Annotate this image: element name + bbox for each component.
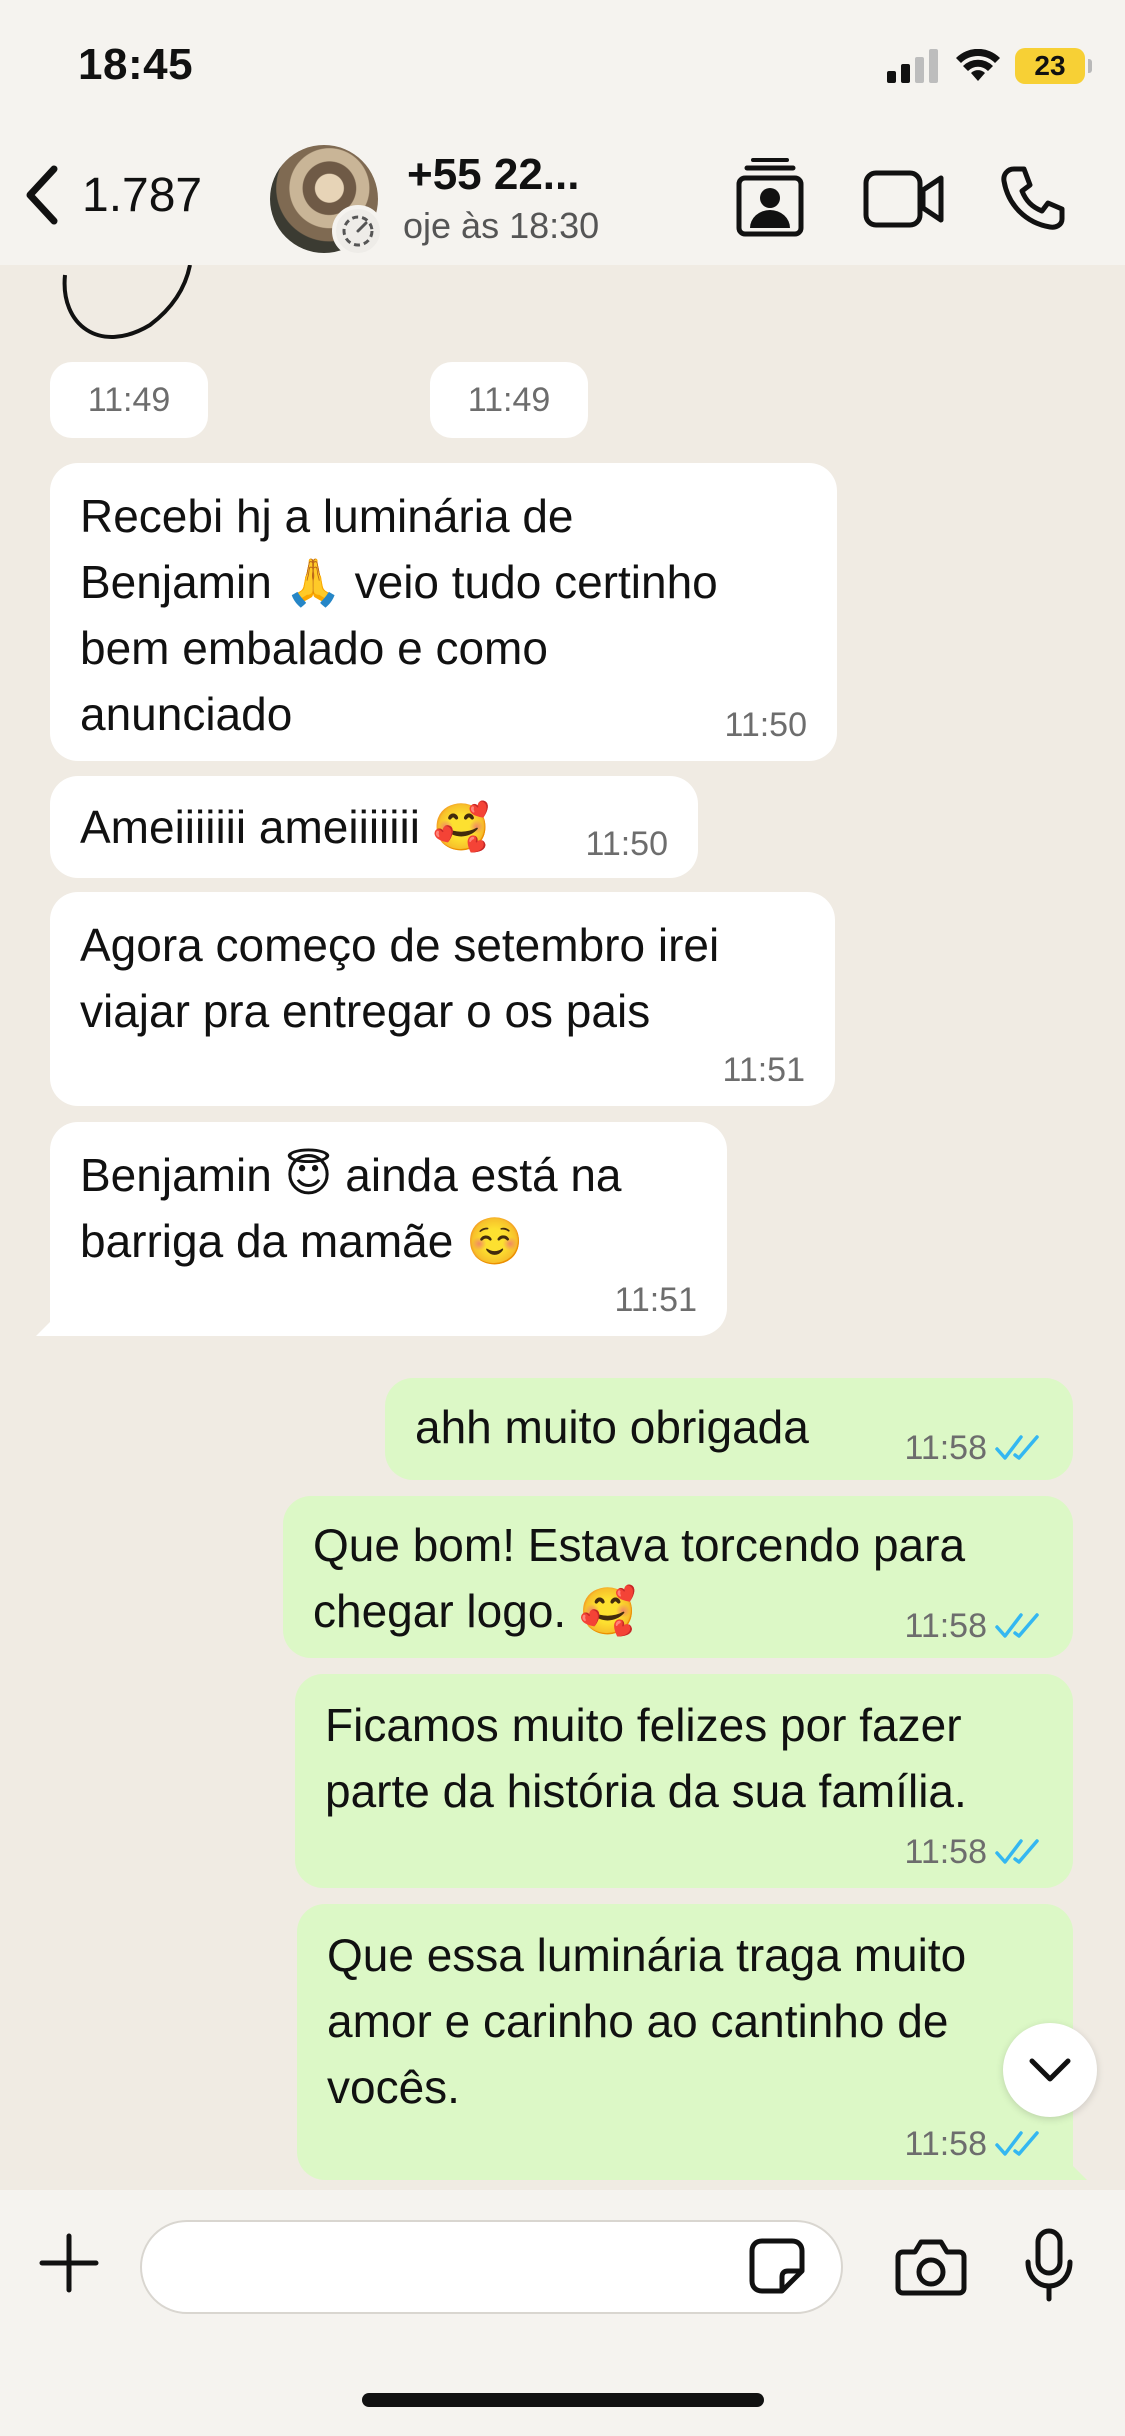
media-fragment bbox=[62, 265, 192, 339]
message-text: Recebi hj a luminária de Benjamin 🙏 veio… bbox=[80, 490, 718, 740]
signal-icon bbox=[887, 49, 938, 83]
media-time: 11:49 bbox=[50, 362, 208, 438]
message-outgoing[interactable]: Ficamos muito felizes por fazer parte da… bbox=[295, 1674, 1073, 1888]
contact-name[interactable]: +55 22... bbox=[407, 150, 607, 200]
chevron-down-icon bbox=[1029, 2058, 1071, 2082]
message-text: Ficamos muito felizes por fazer parte da… bbox=[325, 1699, 967, 1817]
plus-icon[interactable] bbox=[38, 2232, 100, 2294]
scroll-to-bottom-button[interactable] bbox=[1003, 2023, 1097, 2117]
message-time: 11:50 bbox=[724, 706, 807, 744]
media-time: 11:49 bbox=[430, 362, 588, 438]
video-call-icon[interactable] bbox=[863, 170, 945, 228]
message-time: 11:58 bbox=[904, 1606, 1043, 1646]
contact-last-seen: oje às 18:30 bbox=[403, 205, 600, 246]
message-time: 11:58 bbox=[904, 1428, 1043, 1468]
home-indicator bbox=[362, 2393, 764, 2407]
back-button[interactable]: 1.787 bbox=[20, 160, 202, 230]
status-icons: 23 bbox=[887, 46, 1092, 86]
message-outgoing[interactable]: Que essa luminária traga muito amor e ca… bbox=[297, 1904, 1087, 2180]
battery-indicator: 23 bbox=[1015, 48, 1092, 84]
message-text: Que essa luminária traga muito amor e ca… bbox=[327, 1929, 967, 2113]
message-incoming[interactable]: Recebi hj a luminária de Benjamin 🙏 veio… bbox=[50, 463, 837, 761]
wifi-icon bbox=[956, 49, 1000, 81]
message-outgoing[interactable]: ahh muito obrigada 11:58 bbox=[385, 1378, 1073, 1480]
bubble-tail bbox=[1057, 2150, 1087, 2180]
phone-call-icon[interactable] bbox=[1000, 165, 1066, 231]
message-time: 11:58 bbox=[904, 2124, 1043, 2164]
bubble-tail bbox=[36, 1306, 66, 1336]
camera-icon[interactable] bbox=[895, 2238, 967, 2296]
contact-card-icon[interactable] bbox=[735, 158, 805, 238]
back-chevron-icon bbox=[26, 165, 58, 225]
avatar[interactable] bbox=[270, 145, 384, 257]
message-incoming[interactable]: Benjamin 😇 ainda está na barriga da mamã… bbox=[36, 1122, 727, 1336]
mic-icon[interactable] bbox=[1023, 2228, 1075, 2302]
double-check-icon bbox=[995, 1435, 1039, 1460]
double-check-icon bbox=[995, 1613, 1039, 1638]
double-check-icon bbox=[995, 1839, 1039, 1864]
message-time: 11:58 bbox=[904, 1832, 1043, 1872]
status-time: 18:45 bbox=[78, 40, 194, 89]
sticker-icon[interactable] bbox=[748, 2237, 806, 2295]
message-incoming[interactable]: Agora começo de setembro irei viajar pra… bbox=[50, 892, 835, 1106]
double-check-icon bbox=[995, 2131, 1039, 2156]
message-input[interactable] bbox=[140, 2220, 843, 2314]
message-incoming[interactable]: Ameiiiiiii ameiiiiiii 🥰 11:50 bbox=[50, 776, 698, 878]
message-time: 11:51 bbox=[614, 1281, 697, 1319]
top-bar: 18:45 23 1.787 +55 22... oje às 18:30 bbox=[0, 0, 1125, 265]
message-text: Ameiiiiiii ameiiiiiii 🥰 bbox=[80, 801, 490, 853]
message-time: 11:50 bbox=[585, 825, 668, 863]
message-outgoing[interactable]: Que bom! Estava torcendo para chegar log… bbox=[283, 1496, 1073, 1658]
chat-area[interactable]: 11:49 11:49 Recebi hj a luminária de Ben… bbox=[0, 265, 1125, 2190]
message-text: Agora começo de setembro irei viajar pra… bbox=[80, 919, 720, 1037]
message-time: 11:51 bbox=[722, 1051, 805, 1089]
unread-count: 1.787 bbox=[82, 168, 203, 222]
avatar-status-icon bbox=[332, 205, 384, 257]
message-text: Benjamin 😇 ainda está na barriga da mamã… bbox=[80, 1149, 622, 1267]
